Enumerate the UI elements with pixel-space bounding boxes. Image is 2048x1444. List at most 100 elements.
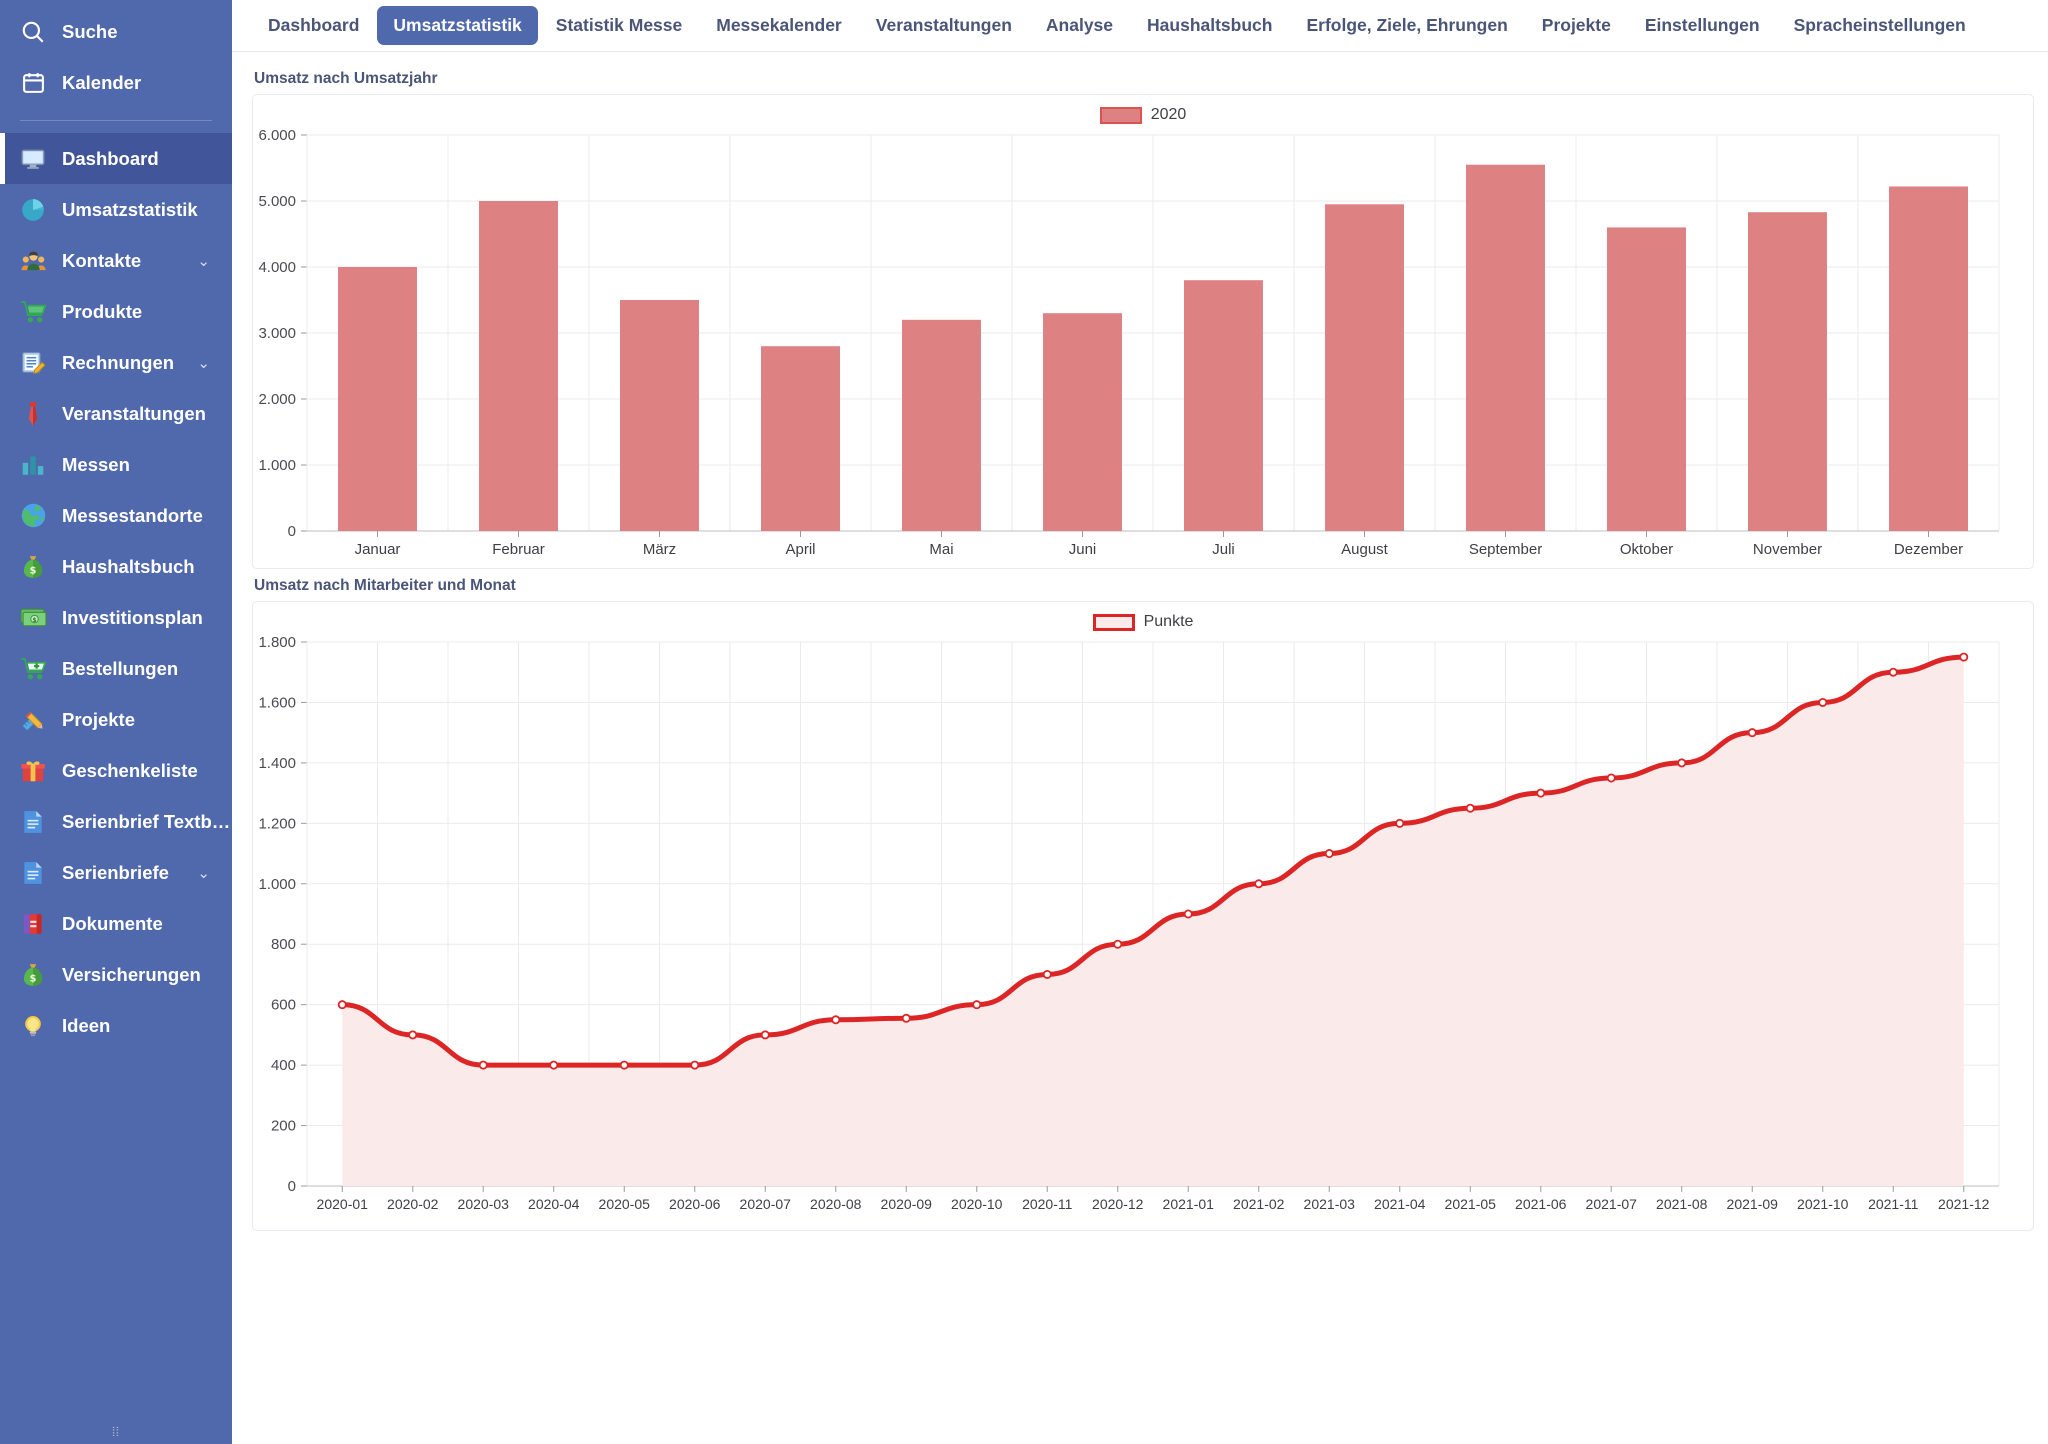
sidebar-item-messen[interactable]: Messen: [0, 439, 232, 490]
bar-chart-title: Umsatz nach Umsatzjahr: [254, 70, 438, 87]
tab-statistik-messe[interactable]: Statistik Messe: [540, 6, 698, 45]
sidebar-item-investitionsplan[interactable]: $ Investitionsplan: [0, 592, 232, 643]
sidebar-item-kontakte[interactable]: Kontakte ⌄: [0, 235, 232, 286]
sidebar-item-veranstaltungen[interactable]: Veranstaltungen: [0, 388, 232, 439]
svg-text:1.600: 1.600: [258, 694, 296, 711]
sidebar-item-produkte[interactable]: Produkte: [0, 286, 232, 337]
svg-text:2021-08: 2021-08: [1656, 1196, 1708, 1212]
svg-text:2021-11: 2021-11: [1868, 1196, 1919, 1212]
bar: [1889, 186, 1968, 532]
data-point: [690, 1060, 700, 1070]
svg-text:Juli: Juli: [1212, 541, 1235, 558]
sidebar-item-ideen[interactable]: Ideen: [0, 1000, 232, 1051]
sidebar-item-label: Veranstaltungen: [62, 402, 206, 424]
tab-einstellungen[interactable]: Einstellungen: [1629, 6, 1776, 45]
ruler-pencil-icon: [18, 705, 48, 735]
sidebar-top-group: Suche Kalender: [0, 0, 232, 108]
sidebar-item-geschenkeliste[interactable]: Geschenkeliste: [0, 745, 232, 796]
svg-text:4.000: 4.000: [258, 259, 296, 276]
data-point: [1606, 773, 1616, 783]
svg-text:2021-02: 2021-02: [1233, 1196, 1285, 1212]
svg-text:6.000: 6.000: [258, 129, 296, 144]
data-point: [1818, 697, 1828, 707]
lightbulb-icon: [18, 1011, 48, 1041]
tab-projekte[interactable]: Projekte: [1526, 6, 1627, 45]
sidebar-item-label: Projekte: [62, 708, 136, 730]
data-point: [1747, 728, 1757, 738]
data-point: [478, 1060, 488, 1070]
sidebar-item-suche[interactable]: Suche: [0, 6, 232, 57]
line-chart-plot: 0 200 400 600 800 1.000 1.200 1.400 1.600 1.800 20…: [253, 636, 2033, 1226]
necktie-icon: [18, 399, 48, 429]
sidebar-item-serienbrief-textb[interactable]: Serienbrief Textb…: [0, 796, 232, 847]
svg-text:$: $: [32, 618, 36, 624]
svg-text:2020-05: 2020-05: [599, 1196, 651, 1212]
tab-analyse[interactable]: Analyse: [1030, 6, 1129, 45]
sidebar-item-label: Kalender: [62, 71, 142, 93]
tab-messekalender[interactable]: Messekalender: [700, 6, 858, 45]
chevron-down-icon[interactable]: ⌄: [197, 252, 210, 270]
bar: [1184, 280, 1263, 531]
bar: [1607, 227, 1686, 531]
line-chart-title: Umsatz nach Mitarbeiter und Monat: [254, 577, 516, 594]
svg-text:$: $: [30, 565, 37, 576]
data-point: [337, 1000, 347, 1010]
sidebar-item-projekte[interactable]: Projekte: [0, 694, 232, 745]
svg-text:0: 0: [288, 1178, 296, 1195]
bar: [1043, 313, 1122, 531]
chevron-down-icon[interactable]: ⌄: [197, 864, 210, 882]
line-chart-card: Punkte 0 200 400 600 800 1.000 1.200 1.400 1.600…: [252, 601, 2034, 1231]
data-point: [1395, 818, 1405, 828]
tab-dashboard[interactable]: Dashboard: [252, 6, 375, 45]
people-icon: [18, 246, 48, 276]
cart-plus-icon: [18, 654, 48, 684]
svg-text:2020-04: 2020-04: [528, 1196, 580, 1212]
sidebar-item-label: Kontakte: [62, 249, 142, 271]
tab-haushaltsbuch[interactable]: Haushaltsbuch: [1131, 6, 1288, 45]
tab-umsatzstatistik[interactable]: Umsatzstatistik: [377, 6, 538, 45]
data-point: [1113, 939, 1123, 949]
svg-text:2020-03: 2020-03: [458, 1196, 510, 1212]
bar: [620, 300, 699, 531]
sidebar-item-dokumente[interactable]: Dokumente: [0, 898, 232, 949]
svg-text:2021-03: 2021-03: [1304, 1196, 1356, 1212]
svg-text:2021-12: 2021-12: [1938, 1196, 1990, 1212]
tab-veranstaltungen[interactable]: Veranstaltungen: [860, 6, 1028, 45]
chevron-down-icon[interactable]: ⌄: [197, 354, 210, 372]
bar: [761, 346, 840, 531]
sidebar-item-dashboard[interactable]: Dashboard: [0, 133, 232, 184]
svg-text:1.400: 1.400: [258, 755, 296, 772]
sidebar-item-kalender[interactable]: Kalender: [0, 57, 232, 108]
svg-text:200: 200: [271, 1118, 296, 1135]
tab-erfolge-ziele-ehrungen[interactable]: Erfolge, Ziele, Ehrungen: [1290, 6, 1523, 45]
top-tabbar: Dashboard Umsatzstatistik Statistik Messe M…: [232, 0, 2048, 52]
books-icon: [18, 909, 48, 939]
bar: [338, 267, 417, 531]
data-point: [1183, 909, 1193, 919]
bar-chart-legend: 2020: [253, 95, 2033, 129]
tab-spracheinstellungen[interactable]: Spracheinstellungen: [1778, 6, 1982, 45]
sidebar-item-versicherungen[interactable]: $ Versicherungen: [0, 949, 232, 1000]
sidebar-item-label: Messestandorte: [62, 504, 203, 526]
svg-text:400: 400: [271, 1057, 296, 1074]
svg-text:2020-11: 2020-11: [1022, 1196, 1073, 1212]
sidebar-item-umsatzstatistik[interactable]: Umsatzstatistik: [0, 184, 232, 235]
sidebar-item-messestandorte[interactable]: Messestandorte: [0, 490, 232, 541]
legend-swatch-punkte: [1092, 613, 1135, 631]
svg-text:2020-08: 2020-08: [810, 1196, 862, 1212]
legend-label-2020: 2020: [1150, 106, 1187, 123]
svg-text:Februar: Februar: [492, 541, 545, 558]
gift-icon: [18, 756, 48, 786]
svg-text:August: August: [1341, 541, 1389, 558]
svg-text:600: 600: [271, 997, 296, 1014]
sidebar-item-bestellungen[interactable]: Bestellungen: [0, 643, 232, 694]
data-point: [1536, 788, 1546, 798]
sidebar-item-haushaltsbuch[interactable]: $ Haushaltsbuch: [0, 541, 232, 592]
sidebar-item-label: Ideen: [62, 1014, 111, 1036]
sidebar-item-serienbriefe[interactable]: Serienbriefe ⌄: [0, 847, 232, 898]
data-point: [619, 1060, 629, 1070]
sidebar-item-label: Messen: [62, 453, 130, 475]
sidebar-resize-handle[interactable]: ⦙⦙: [112, 1424, 120, 1440]
sidebar-item-rechnungen[interactable]: Rechnungen ⌄: [0, 337, 232, 388]
svg-text:Januar: Januar: [355, 541, 401, 558]
